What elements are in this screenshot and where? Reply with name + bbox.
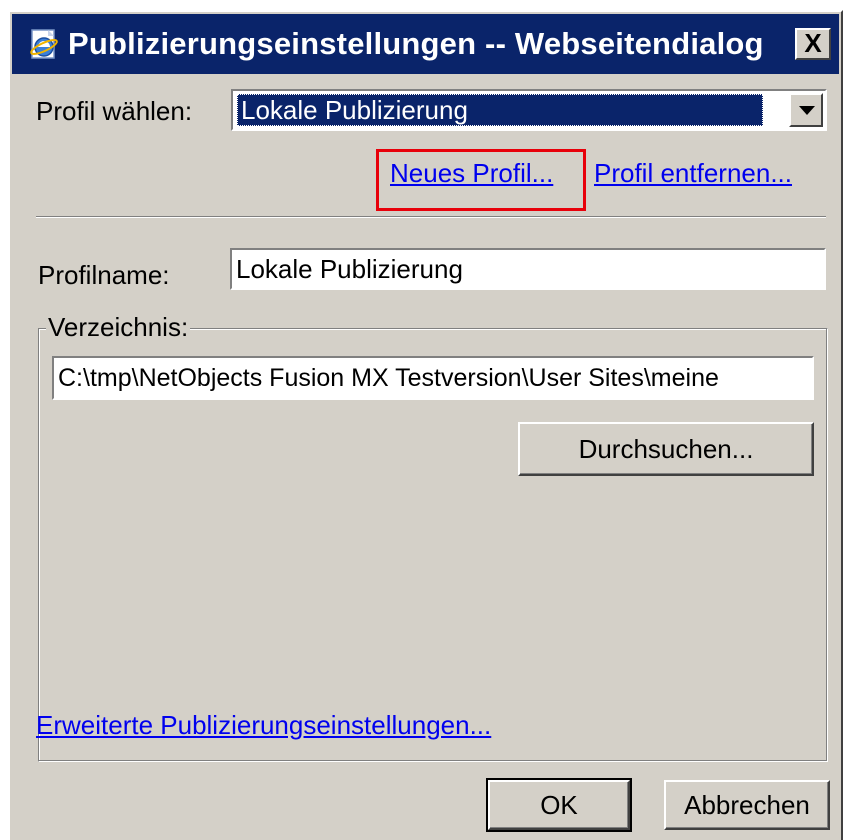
profile-select-label: Profil wählen:: [36, 96, 193, 126]
ie-page-icon: [30, 29, 58, 59]
separator: [36, 216, 826, 218]
directory-path-input[interactable]: C:\tmp\NetObjects Fusion MX Testversion\…: [52, 356, 814, 400]
profile-select[interactable]: Lokale Publizierung: [231, 89, 827, 131]
close-icon: X: [804, 28, 822, 58]
profile-name-label: Profilname:: [38, 260, 170, 290]
window-title: Publizierungseinstellungen -- Webseitend…: [68, 26, 764, 61]
profile-select-value: Lokale Publizierung: [237, 94, 763, 126]
advanced-settings-link[interactable]: Erweiterte Publizierungseinstellungen...: [36, 710, 491, 741]
chevron-down-icon[interactable]: [789, 93, 823, 127]
close-button[interactable]: X: [795, 28, 831, 60]
title-bar[interactable]: Publizierungseinstellungen -- Webseitend…: [12, 14, 839, 74]
highlight-frame: [376, 149, 586, 211]
browse-button[interactable]: Durchsuchen...: [518, 422, 814, 476]
directory-legend: Verzeichnis:: [46, 312, 191, 343]
ok-button[interactable]: OK: [486, 778, 632, 832]
dialog-window: Publizierungseinstellungen -- Webseitend…: [8, 10, 843, 840]
remove-profile-link[interactable]: Profil entfernen...: [594, 158, 792, 189]
cancel-button[interactable]: Abbrechen: [664, 780, 830, 830]
profile-name-input[interactable]: [230, 248, 826, 290]
